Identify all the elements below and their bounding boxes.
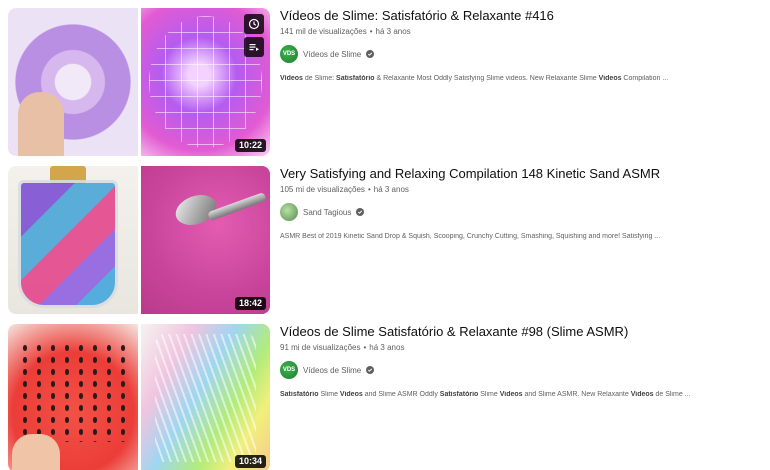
description-fragment: and Slime ASMR Oddly: [362, 391, 440, 398]
separator-dot: •: [369, 27, 373, 36]
video-title[interactable]: Vídeos de Slime Satisfatório & Relaxante…: [280, 324, 770, 340]
watch-later-icon[interactable]: [244, 14, 264, 34]
description-fragment: Videos: [630, 391, 654, 398]
separator-dot: •: [367, 185, 371, 194]
channel-avatar[interactable]: VDS: [280, 45, 298, 63]
video-result[interactable]: 18:42 Very Satisfying and Relaxing Compi…: [8, 166, 770, 316]
video-description: ASMR Best of 2019 Kinetic Sand Drop & Sq…: [280, 233, 770, 240]
video-info: Vídeos de Slime: Satisfatório & Relaxant…: [280, 8, 770, 82]
channel-name[interactable]: Vídeos de Slime: [303, 366, 361, 375]
description-fragment: Satisfatório: [336, 75, 375, 82]
description-fragment: de Slime ...: [653, 391, 691, 398]
description-fragment: Satisfatório: [280, 391, 319, 398]
separator-dot: •: [363, 343, 367, 352]
thumbnail-frame-left: [8, 8, 138, 156]
description-fragment: Vídeos: [280, 75, 303, 82]
description-fragment: Slime: [478, 391, 500, 398]
video-thumbnail[interactable]: 18:42: [8, 166, 270, 314]
thumbnail-frame-right: [140, 324, 270, 470]
description-fragment: Slime: [318, 391, 340, 398]
channel-avatar[interactable]: [280, 203, 298, 221]
upload-age: há 3 anos: [375, 27, 411, 36]
video-description: Vídeos de Slime: Satisfatório & Relaxant…: [280, 75, 770, 82]
duration-badge: 10:22: [234, 139, 266, 152]
channel-name[interactable]: Sand Tagious: [303, 208, 351, 217]
video-title[interactable]: Very Satisfying and Relaxing Compilation…: [280, 166, 770, 182]
channel-name[interactable]: Vídeos de Slime: [303, 50, 361, 59]
description-fragment: Videos: [339, 391, 363, 398]
verified-badge-icon: [356, 208, 365, 216]
channel-avatar[interactable]: VDS: [280, 361, 298, 379]
video-info: Vídeos de Slime Satisfatório & Relaxante…: [280, 324, 770, 398]
video-description: Satisfatório Slime Videos and Slime ASMR…: [280, 391, 770, 398]
channel-row[interactable]: Sand Tagious: [280, 203, 770, 221]
video-metadata: 91 mi de visualizações • há 3 anos: [280, 343, 770, 352]
video-metadata: 141 mil de visualizações • há 3 anos: [280, 27, 770, 36]
verified-badge-icon: [366, 50, 375, 58]
description-fragment: Videos: [499, 391, 523, 398]
duration-badge: 18:42: [234, 297, 266, 310]
view-count: 141 mil de visualizações: [280, 27, 367, 36]
description-fragment: and Slime ASMR. New Relaxante: [522, 391, 631, 398]
description-fragment: Satisfatório: [439, 391, 479, 398]
video-result[interactable]: 10:34 Vídeos de Slime Satisfatório & Rel…: [8, 324, 770, 470]
thumbnail-hover-actions: [244, 14, 264, 57]
channel-row[interactable]: VDS Vídeos de Slime: [280, 361, 770, 379]
view-count: 105 mi de visualizações: [280, 185, 365, 194]
upload-age: há 3 anos: [369, 343, 405, 352]
description-fragment: de Slime:: [302, 75, 337, 82]
duration-badge: 10:34: [234, 455, 266, 468]
video-metadata: 105 mi de visualizações • há 3 anos: [280, 185, 770, 194]
upload-age: há 3 anos: [373, 185, 409, 194]
video-thumbnail[interactable]: 10:34: [8, 324, 270, 470]
video-info: Very Satisfying and Relaxing Compilation…: [280, 166, 770, 240]
channel-row[interactable]: VDS Vídeos de Slime: [280, 45, 770, 63]
video-title[interactable]: Vídeos de Slime: Satisfatório & Relaxant…: [280, 8, 770, 24]
video-thumbnail[interactable]: 10:22: [8, 8, 270, 156]
add-to-queue-icon[interactable]: [244, 37, 264, 57]
description-fragment: & Relaxante Most Oddly Satisfying Slime …: [374, 75, 599, 82]
thumbnail-frame-left: [8, 324, 138, 470]
thumbnail-frame-left: [8, 166, 138, 314]
view-count: 91 mi de visualizações: [280, 343, 361, 352]
thumbnail-frame-right: [140, 166, 270, 314]
description-fragment: ASMR Best of 2019 Kinetic Sand Drop & Sq…: [280, 233, 661, 240]
video-result[interactable]: 10:22 Vídeos de Slime: Satisfatório & Re…: [8, 8, 770, 158]
verified-badge-icon: [366, 366, 375, 374]
description-fragment: Videos: [598, 75, 622, 82]
description-fragment: Compilation ...: [621, 75, 669, 82]
